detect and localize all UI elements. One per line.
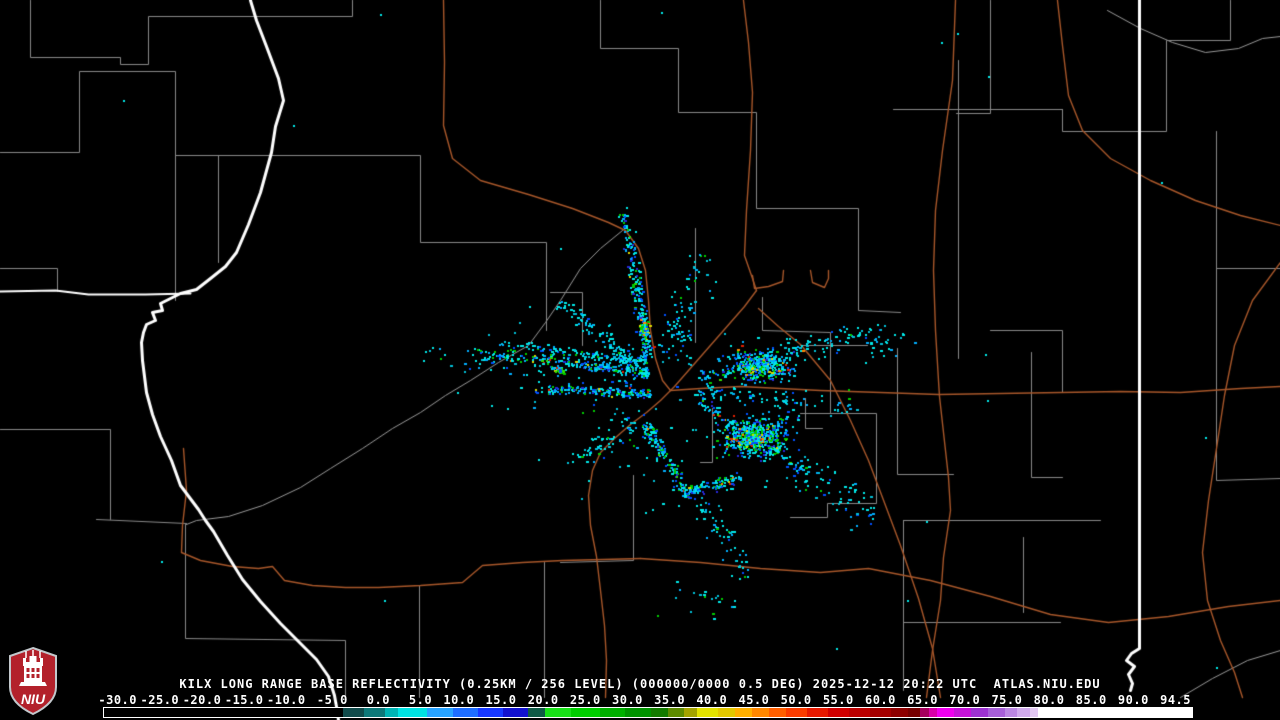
radar-map-canvas bbox=[0, 0, 1280, 720]
colorbar-scale-labels: -30.0-25.0-20.0-15.0-10.0-5.00.05.010.01… bbox=[0, 694, 1280, 707]
reflectivity-colorbar bbox=[103, 707, 1193, 718]
product-caption: KILX LONG RANGE BASE REFLECTIVITY (0.25K… bbox=[0, 678, 1280, 691]
radar-viewer: KILX LONG RANGE BASE REFLECTIVITY (0.25K… bbox=[0, 0, 1280, 720]
niu-logo-text: NIU bbox=[21, 691, 46, 707]
scale-tick-label: 94.5 bbox=[1129, 694, 1191, 707]
niu-logo: NIU bbox=[7, 646, 59, 716]
